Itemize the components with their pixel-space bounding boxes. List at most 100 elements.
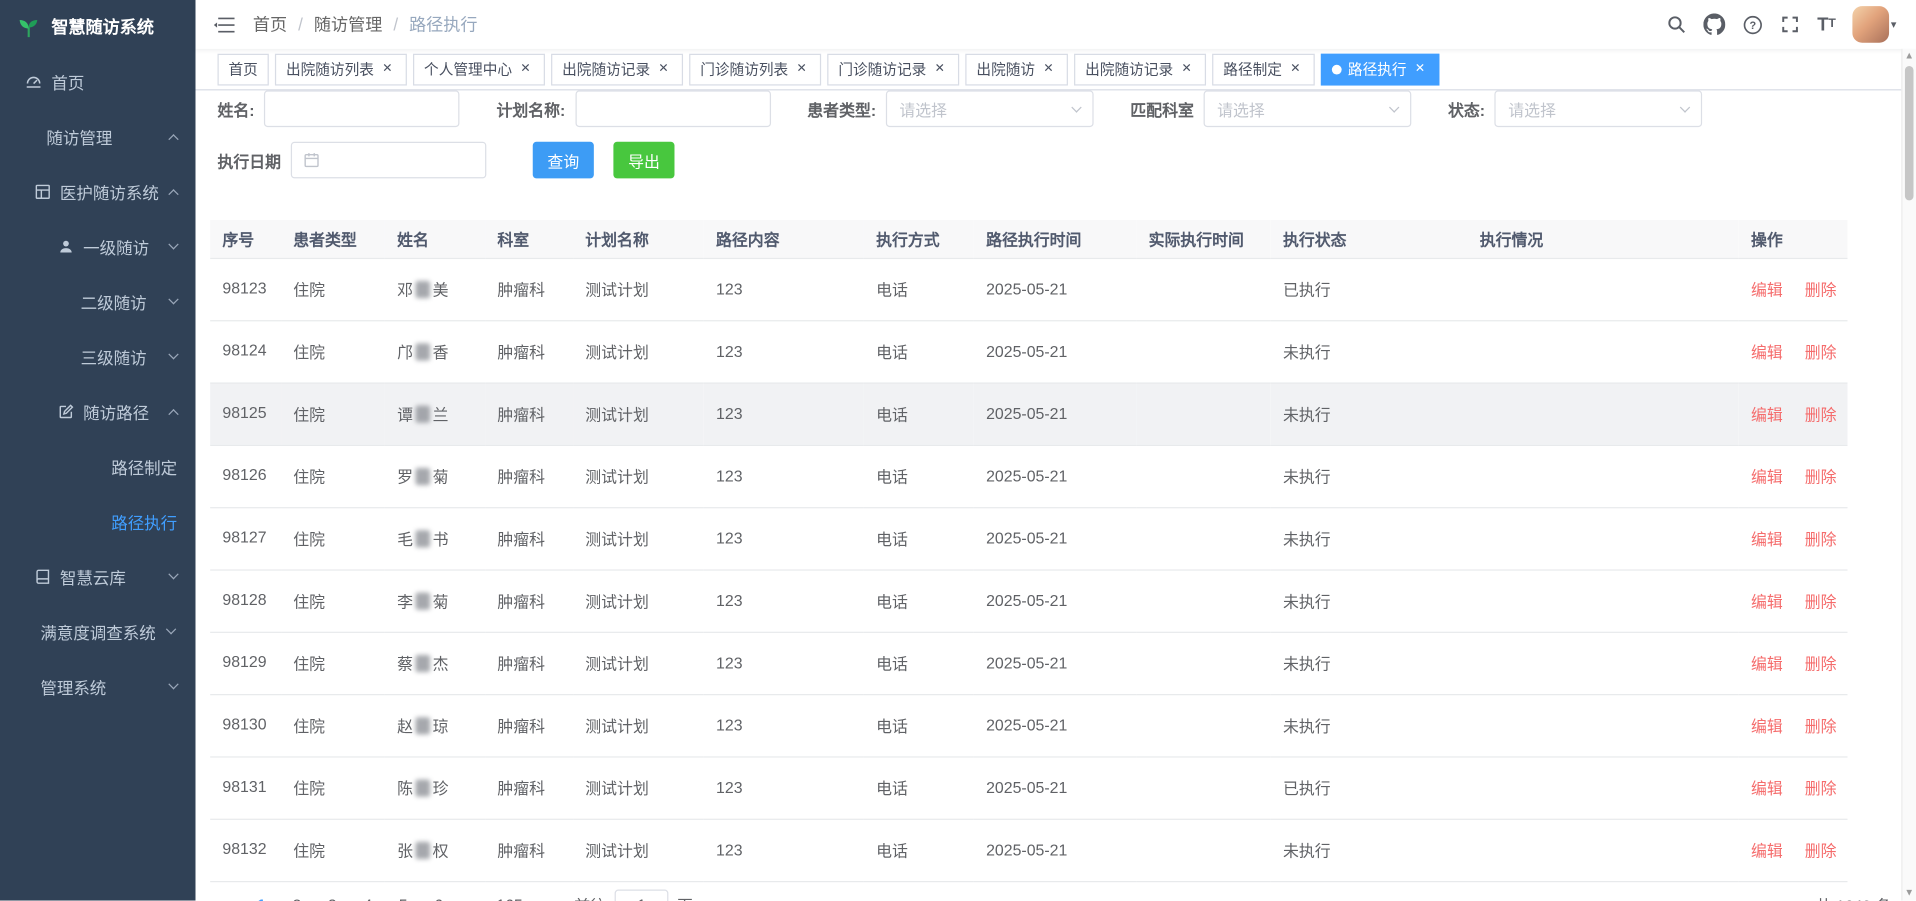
chevron-down-icon bbox=[168, 349, 179, 360]
navbar: 首页 / 随访管理 / 路径执行 ? TT ▾ bbox=[195, 0, 1916, 49]
delete-link[interactable]: 删除 bbox=[1805, 717, 1837, 735]
edit-link[interactable]: 编辑 bbox=[1751, 343, 1783, 361]
jump-page-input[interactable] bbox=[614, 888, 669, 901]
masked-char bbox=[415, 281, 431, 299]
next-page-button[interactable]: › bbox=[529, 889, 561, 901]
edit-link[interactable]: 编辑 bbox=[1751, 842, 1783, 860]
font-size-icon[interactable]: TT bbox=[1817, 15, 1836, 33]
tag-tab[interactable]: 个人管理中心 ✕ bbox=[413, 53, 546, 85]
cell-dept: 肿瘤科 bbox=[485, 569, 574, 633]
sidebar-item-home[interactable]: 首页 bbox=[0, 54, 196, 109]
export-button[interactable]: 导出 bbox=[613, 141, 675, 179]
help-icon[interactable]: ? bbox=[1743, 14, 1764, 35]
sidebar-item-satisfaction-survey[interactable]: 满意度调查系统 bbox=[0, 604, 196, 659]
close-icon[interactable]: ✕ bbox=[1287, 60, 1304, 77]
user-menu[interactable]: ▾ bbox=[1852, 6, 1896, 43]
cell-method: 电话 bbox=[863, 631, 974, 695]
edit-link[interactable]: 编辑 bbox=[1751, 593, 1783, 611]
cell-ops: 编辑 删除 bbox=[1738, 507, 1848, 571]
breadcrumb-home[interactable]: 首页 bbox=[253, 12, 287, 36]
tag-tab[interactable]: 出院随访 ✕ bbox=[965, 53, 1069, 85]
delete-link[interactable]: 删除 bbox=[1805, 530, 1837, 548]
scroll-down-icon[interactable]: ▼ bbox=[1904, 888, 1914, 898]
sidebar-item-followup-path[interactable]: 随访路径 bbox=[0, 384, 196, 439]
cell-plan: 测试计划 bbox=[573, 818, 704, 882]
tag-tab-active[interactable]: 路径执行 ✕ bbox=[1321, 53, 1440, 85]
tag-tab[interactable]: 门诊随访列表 ✕ bbox=[689, 53, 822, 85]
scroll-up-icon[interactable]: ▲ bbox=[1904, 51, 1914, 61]
edit-link[interactable]: 编辑 bbox=[1751, 655, 1783, 673]
scrollbar-thumb[interactable] bbox=[1904, 65, 1914, 201]
close-icon[interactable]: ✕ bbox=[517, 60, 534, 77]
delete-link[interactable]: 删除 bbox=[1805, 593, 1837, 611]
close-icon[interactable]: ✕ bbox=[1411, 60, 1428, 77]
plan-name-input[interactable] bbox=[575, 90, 771, 128]
sidebar-item-medical-followup-system[interactable]: 医护随访系统 bbox=[0, 164, 196, 219]
logo[interactable]: 智慧随访系统 bbox=[0, 0, 196, 54]
close-icon[interactable]: ✕ bbox=[793, 60, 810, 77]
page-button[interactable]: 3 bbox=[316, 889, 348, 901]
patient-type-select[interactable]: 请选择 bbox=[885, 90, 1094, 128]
search-icon[interactable] bbox=[1667, 15, 1687, 35]
scrollbar[interactable]: ▲ ▼ bbox=[1901, 48, 1916, 901]
breadcrumb-followup-management[interactable]: 随访管理 bbox=[314, 12, 382, 36]
cell-path-content: 123 bbox=[703, 507, 864, 571]
close-icon[interactable]: ✕ bbox=[1178, 60, 1195, 77]
edit-link[interactable]: 编辑 bbox=[1751, 468, 1783, 486]
edit-link[interactable]: 编辑 bbox=[1751, 780, 1783, 798]
close-icon[interactable]: ✕ bbox=[655, 60, 672, 77]
sidebar-item-path-execute[interactable]: 路径执行 bbox=[0, 494, 196, 549]
fullscreen-icon[interactable] bbox=[1781, 15, 1801, 35]
sidebar-item-level1-followup[interactable]: 一级随访 bbox=[0, 219, 196, 274]
cell-plan: 测试计划 bbox=[573, 507, 704, 571]
tags-bar: 首页 出院随访列表 ✕ 个人管理中心 ✕ 出院随访记录 ✕ 门诊随访列表 ✕ 门诊随访记… bbox=[195, 48, 1916, 91]
close-icon[interactable]: ✕ bbox=[931, 60, 948, 77]
tag-tab[interactable]: 路径制定 ✕ bbox=[1212, 53, 1315, 85]
sidebar-item-path-create[interactable]: 路径制定 bbox=[0, 439, 196, 494]
page-button[interactable]: 5 bbox=[387, 889, 419, 901]
tag-tab[interactable]: 出院随访列表 ✕ bbox=[274, 53, 407, 85]
delete-link[interactable]: 删除 bbox=[1805, 343, 1837, 361]
delete-link[interactable]: 删除 bbox=[1805, 281, 1837, 299]
sidebar-item-level2-followup[interactable]: 二级随访 bbox=[0, 274, 196, 329]
github-icon[interactable] bbox=[1703, 13, 1726, 35]
sidebar-item-management-system[interactable]: 管理系统 bbox=[0, 659, 196, 714]
status-select[interactable]: 请选择 bbox=[1494, 90, 1703, 128]
tag-tab-home[interactable]: 首页 bbox=[217, 53, 269, 85]
cell-dept: 肿瘤科 bbox=[485, 631, 574, 695]
last-page-button[interactable]: 165 bbox=[494, 889, 526, 901]
prev-page-button[interactable]: ‹ bbox=[210, 889, 242, 901]
avatar[interactable] bbox=[1852, 6, 1890, 43]
tag-tab[interactable]: 门诊随访记录 ✕ bbox=[827, 53, 960, 85]
delete-link[interactable]: 删除 bbox=[1805, 780, 1837, 798]
edit-link[interactable]: 编辑 bbox=[1751, 281, 1783, 299]
close-icon[interactable]: ✕ bbox=[1040, 60, 1057, 77]
page-button[interactable]: 6 bbox=[423, 889, 455, 901]
edit-link[interactable]: 编辑 bbox=[1751, 530, 1783, 548]
page-button[interactable]: 1 bbox=[246, 889, 278, 901]
close-icon[interactable]: ✕ bbox=[379, 60, 396, 77]
page-button[interactable]: 4 bbox=[352, 889, 384, 901]
sidebar-item-smart-cloud[interactable]: 智慧云库 bbox=[0, 549, 196, 604]
chevron-down-icon bbox=[1680, 101, 1691, 113]
edit-link[interactable]: 编辑 bbox=[1751, 717, 1783, 735]
page-button[interactable]: 2 bbox=[281, 889, 313, 901]
tag-tab[interactable]: 出院随访记录 ✕ bbox=[1074, 53, 1207, 85]
sidebar-item-followup-management[interactable]: 随访管理 bbox=[0, 109, 196, 164]
hamburger-icon[interactable] bbox=[205, 14, 243, 35]
delete-link[interactable]: 删除 bbox=[1805, 468, 1837, 486]
tag-tab[interactable]: 出院随访记录 ✕ bbox=[551, 53, 684, 85]
table-body: 98123 住院 邓美 肿瘤科 测试计划 123 电话 2025-05-21 已… bbox=[210, 257, 1848, 882]
edit-link[interactable]: 编辑 bbox=[1751, 406, 1783, 424]
more-pages-button[interactable]: ••• bbox=[458, 889, 490, 901]
exec-date-input[interactable] bbox=[290, 141, 487, 179]
search-button[interactable]: 查询 bbox=[532, 141, 594, 179]
sidebar-item-level3-followup[interactable]: 三级随访 bbox=[0, 329, 196, 384]
dept-select[interactable]: 请选择 bbox=[1203, 90, 1412, 128]
name-input[interactable] bbox=[264, 90, 460, 128]
cell-ops: 编辑 删除 bbox=[1738, 257, 1848, 321]
delete-link[interactable]: 删除 bbox=[1805, 842, 1837, 860]
delete-link[interactable]: 删除 bbox=[1805, 655, 1837, 673]
calendar-icon bbox=[303, 152, 320, 169]
delete-link[interactable]: 删除 bbox=[1805, 406, 1837, 424]
